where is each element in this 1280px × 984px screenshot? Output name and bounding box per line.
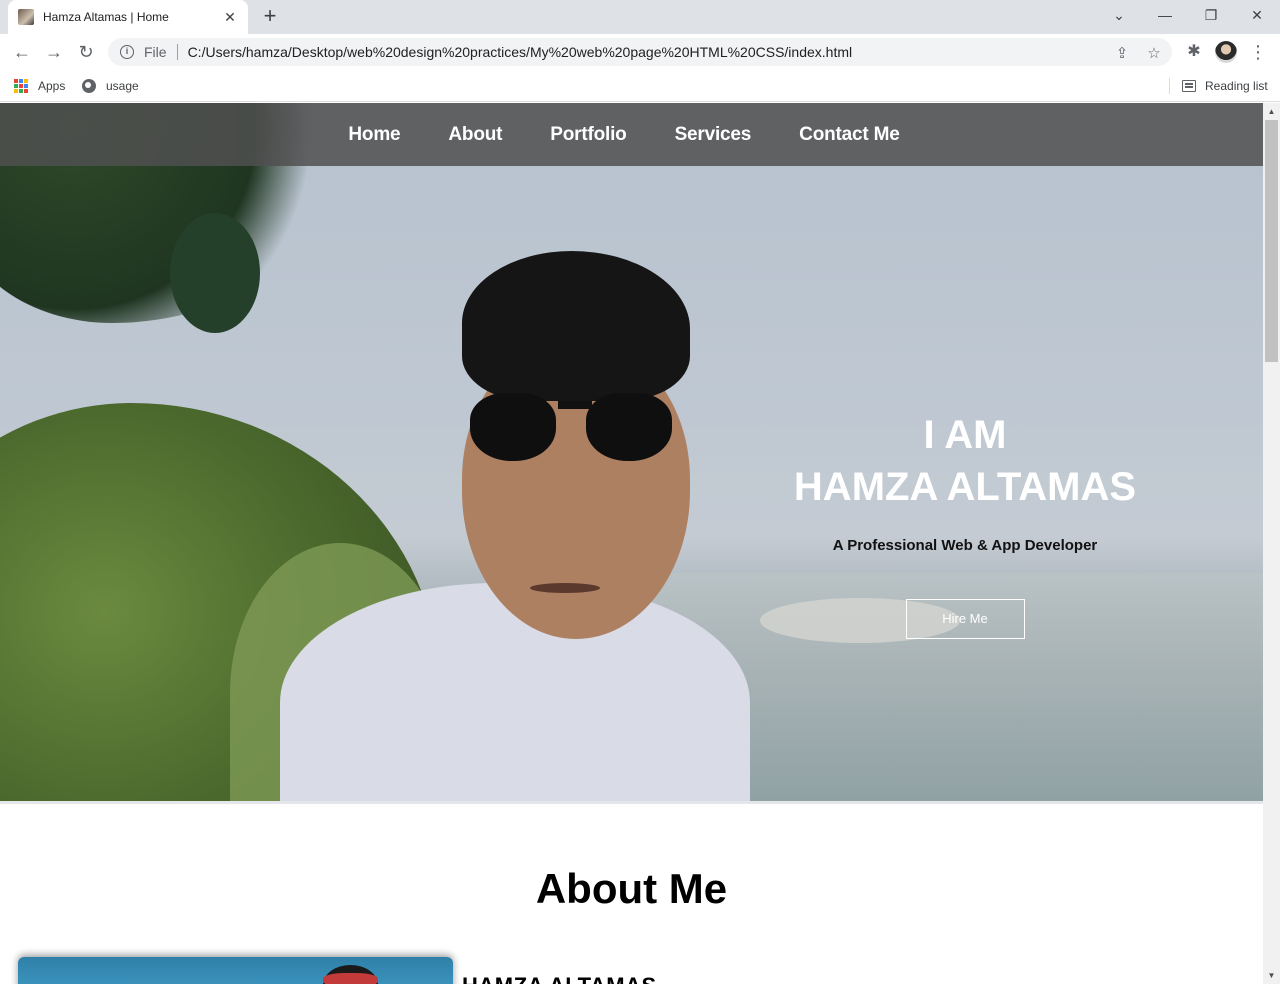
close-tab-icon[interactable]: ✕ (222, 9, 238, 25)
hero-text: I AM HAMZA ALTAMAS A Professional Web & … (765, 409, 1165, 639)
apps-grid-icon (14, 79, 28, 93)
about-name: HAMZA ALTAMAS (462, 973, 657, 984)
bookmark-label: usage (106, 79, 139, 93)
divider (1169, 78, 1170, 94)
restore-icon[interactable]: ❐ (1188, 0, 1234, 30)
divider (176, 44, 178, 60)
hero-section: Home About Portfolio Services Contact Me… (0, 103, 1263, 803)
bookmark-star-icon[interactable]: ☆ (1144, 44, 1164, 64)
about-title: About Me (535, 865, 728, 912)
bookmark-usage[interactable]: usage (82, 77, 139, 95)
reading-list-label: Reading list (1205, 79, 1268, 93)
tab-search-icon[interactable]: ⌄ (1096, 0, 1142, 30)
globe-icon (82, 79, 96, 93)
tab-title: Hamza Altamas | Home (43, 10, 169, 24)
forward-icon[interactable]: → (42, 40, 66, 64)
address-bar[interactable]: i File C:/Users/hamza/Desktop/web%20desi… (108, 38, 1172, 66)
nav-contact[interactable]: Contact Me (799, 124, 900, 146)
about-photo-cap (323, 965, 378, 984)
bookmark-label: Apps (38, 79, 66, 93)
new-tab-icon[interactable]: + (258, 5, 282, 29)
favicon-icon (18, 9, 34, 25)
hero-photo-mouth (530, 583, 600, 593)
nav-home[interactable]: Home (348, 124, 400, 146)
nav-about[interactable]: About (448, 124, 502, 146)
bookmarks-bar: Apps usage Reading list (0, 70, 1280, 102)
browser-toolbar: ← → ↻ i File C:/Users/hamza/Desktop/web%… (0, 34, 1280, 70)
hero-heading-line1: I AM (923, 413, 1007, 457)
reading-list-icon (1182, 80, 1196, 92)
menu-icon[interactable]: ⋮ (1248, 41, 1268, 63)
scroll-up-icon[interactable]: ▲ (1263, 103, 1280, 120)
about-photo (18, 957, 453, 984)
divider (0, 801, 1263, 804)
sunglasses-bridge (558, 401, 592, 409)
reload-icon[interactable]: ↻ (74, 40, 98, 64)
scrollbar-thumb[interactable] (1265, 120, 1278, 362)
profile-avatar[interactable] (1215, 41, 1237, 63)
browser-tab[interactable]: Hamza Altamas | Home ✕ (8, 0, 248, 34)
url-text[interactable]: C:/Users/hamza/Desktop/web%20design%20pr… (188, 44, 853, 60)
minimize-icon[interactable]: — (1142, 0, 1188, 30)
nav-services[interactable]: Services (675, 124, 752, 146)
sunglasses-left-lens (470, 393, 556, 461)
main-nav: Home About Portfolio Services Contact Me (0, 103, 1263, 166)
hero-photo-hair (462, 251, 690, 401)
hero-subtitle: A Professional Web & App Developer (832, 537, 1098, 554)
hero-background-leaves (170, 213, 260, 333)
bookmark-apps[interactable]: Apps (14, 77, 65, 95)
nav-portfolio[interactable]: Portfolio (550, 124, 626, 146)
hire-me-button[interactable]: Hire Me (905, 599, 1025, 639)
hero-heading-name: HAMZA ALTAMAS (793, 465, 1137, 509)
share-icon[interactable]: ⇪ (1112, 44, 1132, 64)
back-icon[interactable]: ← (10, 40, 34, 64)
sunglasses-right-lens (586, 393, 672, 461)
info-icon[interactable]: i (120, 45, 134, 59)
scroll-down-icon[interactable]: ▼ (1263, 967, 1280, 984)
close-window-icon[interactable]: ✕ (1234, 0, 1280, 30)
page-viewport: Home About Portfolio Services Contact Me… (0, 103, 1263, 984)
reading-list-button[interactable]: Reading list (1182, 77, 1268, 95)
tab-strip: Hamza Altamas | Home ✕ + ⌄ — ❐ ✕ (0, 0, 1280, 34)
url-scheme: File (144, 44, 167, 60)
extensions-icon[interactable]: ✱ (1184, 42, 1204, 62)
scrollbar[interactable]: ▲ ▼ (1263, 103, 1280, 984)
